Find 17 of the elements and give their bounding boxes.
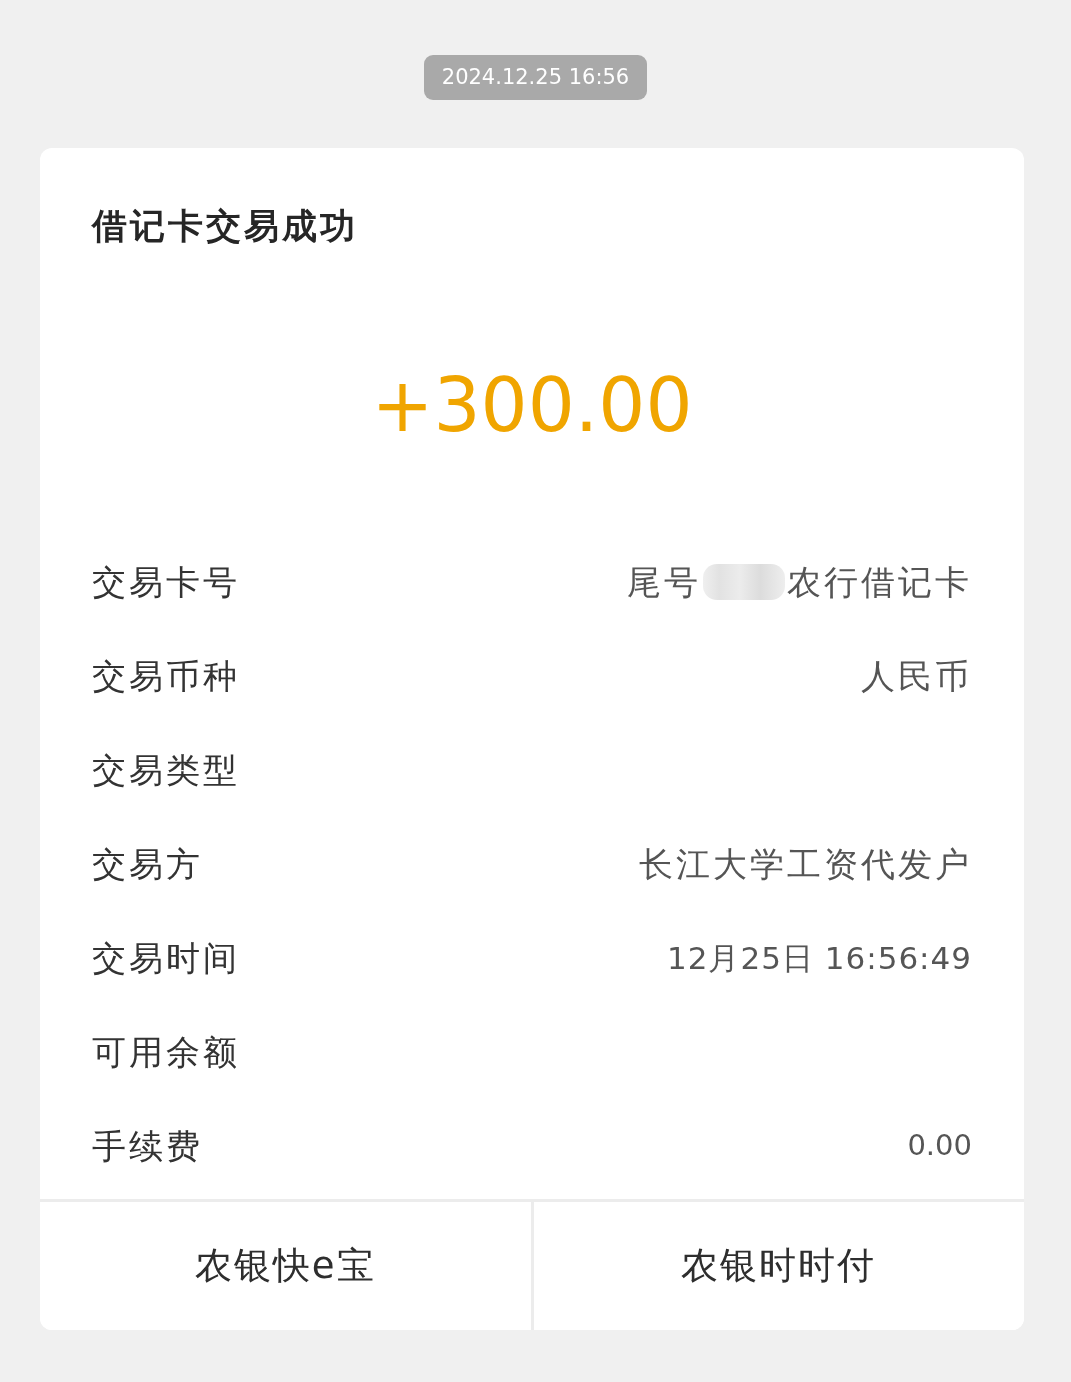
field-label: 交易币种 bbox=[92, 654, 240, 698]
card-title: 借记卡交易成功 bbox=[90, 205, 359, 248]
field-label: 可用余额 bbox=[92, 1030, 240, 1074]
field-label: 交易卡号 bbox=[92, 560, 240, 604]
field-value: 0.00 bbox=[907, 1127, 972, 1165]
field-label: 交易时间 bbox=[92, 936, 240, 980]
field-value: 人民币 bbox=[861, 654, 972, 698]
field-value: 农行借记卡 bbox=[787, 560, 972, 604]
field-label: 手续费 bbox=[92, 1124, 203, 1168]
message-timestamp: 2024.12.25 16:56 bbox=[423, 55, 648, 100]
field-label: 交易类型 bbox=[92, 748, 240, 792]
field-label: 交易方 bbox=[92, 842, 203, 886]
amount-text: +300.00 bbox=[370, 361, 694, 450]
action-button[interactable]: 农银时时付 bbox=[530, 1202, 1024, 1330]
field-value: 尾号 bbox=[627, 560, 701, 604]
field-value: 长江大学工资代发户 bbox=[639, 842, 972, 886]
field-value: 12月25日 16:56:49 bbox=[667, 938, 972, 978]
